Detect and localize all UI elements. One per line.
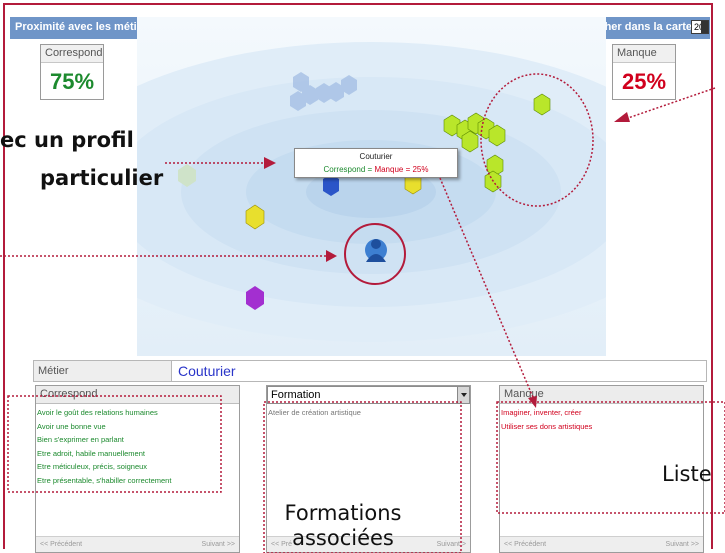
annotation-overlay [0, 73, 725, 553]
